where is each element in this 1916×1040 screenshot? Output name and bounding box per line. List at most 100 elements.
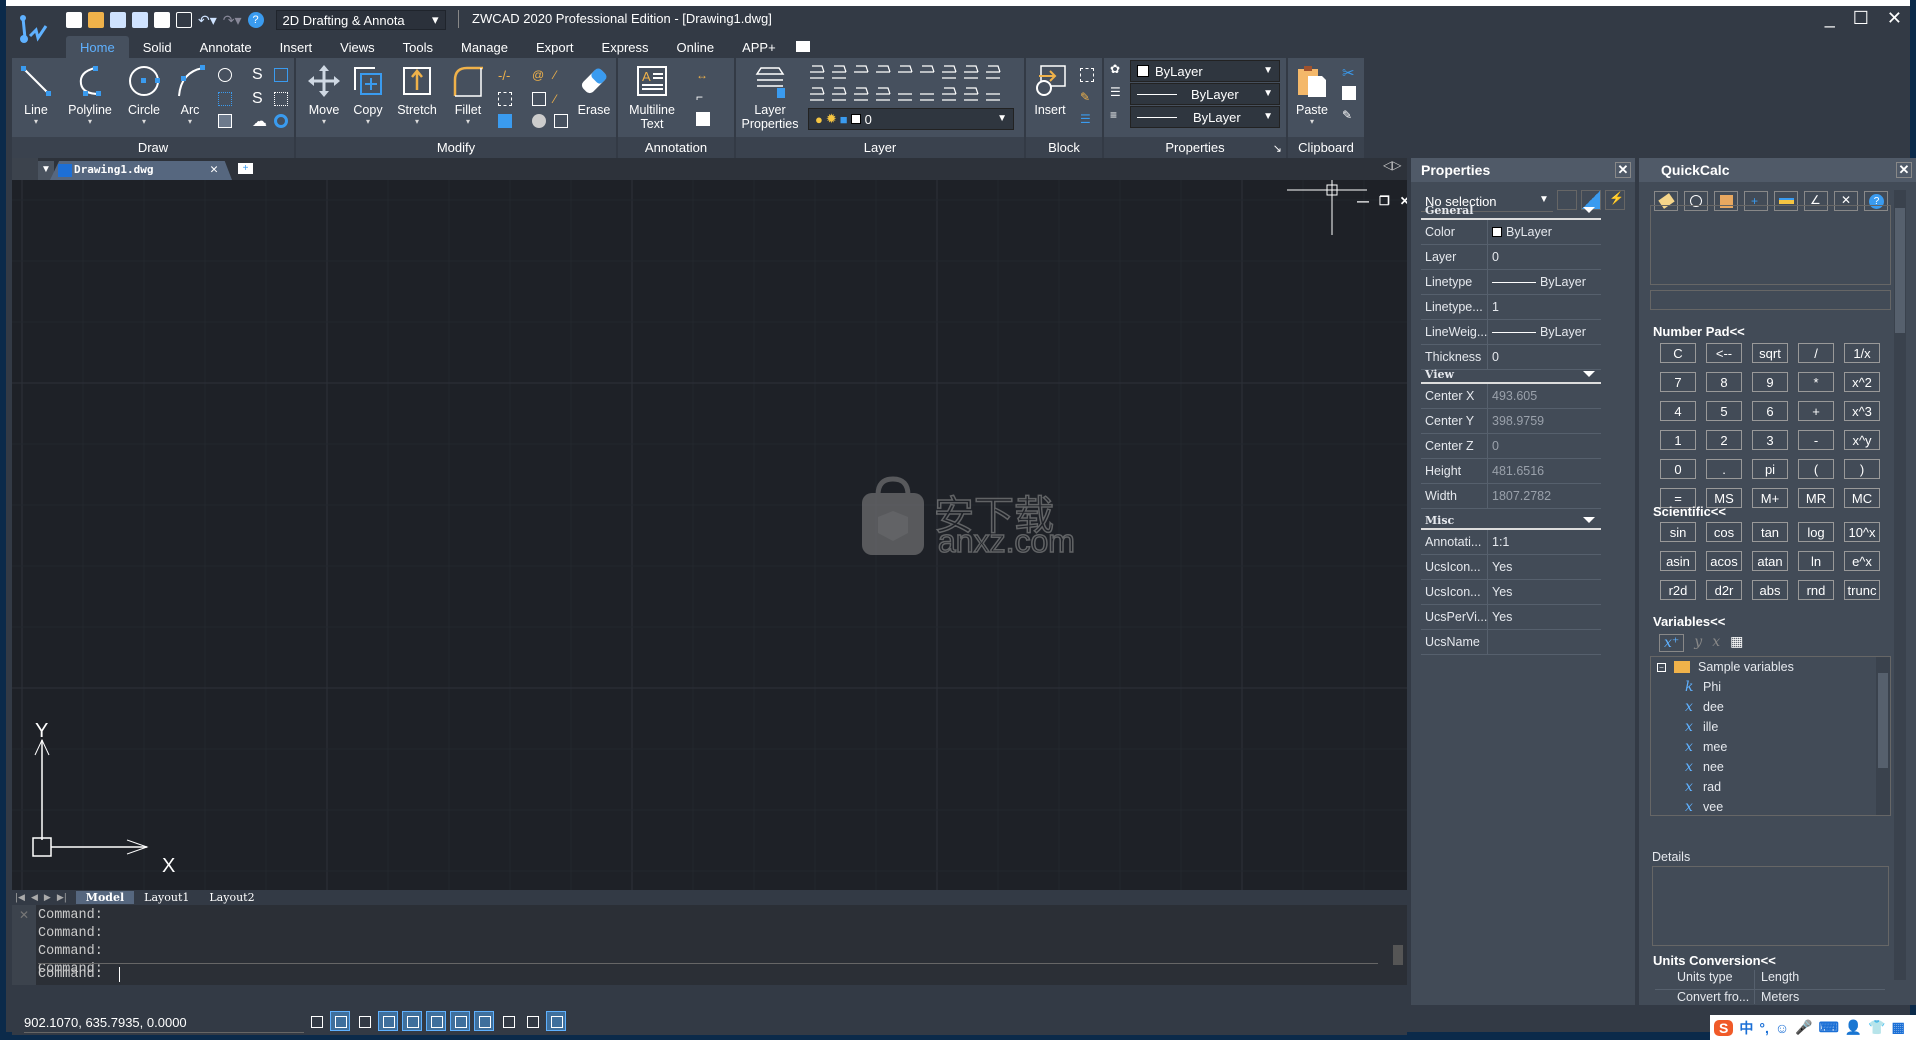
ribbon-collapse-icon[interactable] xyxy=(795,41,810,52)
tab-tools[interactable]: Tools xyxy=(389,36,447,58)
variable-item[interactable]: x vee xyxy=(1651,797,1890,815)
undo-icon[interactable]: ↶▾ xyxy=(198,12,217,29)
calc-key[interactable]: log xyxy=(1798,522,1834,542)
fillet-button[interactable]: Fillet ▾ xyxy=(446,64,490,126)
donut-icon[interactable] xyxy=(274,114,288,128)
scroll-thumb[interactable] xyxy=(1895,208,1905,333)
command-scrollbar[interactable] xyxy=(1393,909,1403,979)
calc-key[interactable]: 0 xyxy=(1660,459,1696,479)
ime-menu-icon[interactable]: ▦ xyxy=(1892,1019,1905,1036)
edit-variable-icon[interactable]: y xyxy=(1694,634,1702,652)
variable-item[interactable]: x dee xyxy=(1651,697,1890,717)
scale-icon[interactable] xyxy=(498,92,512,106)
tab-annotate[interactable]: Annotate xyxy=(186,36,266,58)
plot-preview-icon[interactable] xyxy=(176,12,192,28)
linear-dimension-icon[interactable]: ↔ xyxy=(696,68,716,82)
table-icon[interactable] xyxy=(696,112,710,126)
variable-item[interactable]: k Phi xyxy=(1651,677,1890,697)
tab-online[interactable]: Online xyxy=(663,36,729,58)
units-conversion-header[interactable]: Units Conversion<< xyxy=(1653,953,1776,968)
calc-key[interactable]: x^3 xyxy=(1844,401,1880,421)
scroll-thumb[interactable] xyxy=(1393,945,1403,965)
quick-select-icon[interactable]: ⚡ xyxy=(1605,190,1625,210)
open-icon[interactable] xyxy=(88,12,104,28)
command-input[interactable]: Command: xyxy=(38,963,1378,982)
calc-key[interactable]: - xyxy=(1798,430,1834,450)
variable-folder[interactable]: − Sample variables xyxy=(1651,657,1890,677)
calc-key[interactable]: <-- xyxy=(1706,343,1742,363)
stretch-button[interactable]: Stretch ▾ xyxy=(392,64,442,126)
calc-key[interactable]: M+ xyxy=(1752,488,1788,508)
property-row[interactable]: Height 481.6516 xyxy=(1421,459,1601,484)
insert-block-button[interactable]: Insert xyxy=(1028,64,1072,117)
new-tab-icon[interactable]: + xyxy=(238,163,253,174)
join-icon[interactable]: ⁄ xyxy=(554,92,568,106)
zwcad-logo-icon[interactable] xyxy=(16,8,50,46)
tab-home[interactable]: Home xyxy=(66,36,129,58)
help-icon[interactable]: ? xyxy=(247,12,264,28)
grid-display-toggle[interactable] xyxy=(306,1011,326,1031)
redo-icon[interactable]: ↷▾ xyxy=(223,12,242,29)
calc-key[interactable]: 4 xyxy=(1660,401,1696,421)
edit-hatch-icon[interactable] xyxy=(554,114,568,128)
close-quickcalc-icon[interactable]: ✕ xyxy=(1896,162,1912,178)
calc-key[interactable]: / xyxy=(1798,343,1834,363)
helix-icon[interactable]: S xyxy=(252,90,266,107)
calc-key[interactable]: 1/x xyxy=(1844,343,1880,363)
attribute-icon[interactable]: ☰ xyxy=(1080,112,1094,126)
property-row[interactable]: LineWeig... ByLayer xyxy=(1421,320,1601,345)
calc-key[interactable]: ) xyxy=(1844,459,1880,479)
offset-icon[interactable]: @ xyxy=(532,68,546,82)
layout-tab-layout1[interactable]: Layout1 xyxy=(134,891,199,904)
save-icon[interactable] xyxy=(110,12,126,28)
lineweight-icon[interactable]: ≡ xyxy=(1110,108,1124,122)
selection-cycling-toggle[interactable] xyxy=(546,1011,566,1031)
color-palette-icon[interactable]: ✿ xyxy=(1110,62,1124,76)
layout-tab-model[interactable]: Model xyxy=(75,891,135,904)
calc-key[interactable]: * xyxy=(1798,372,1834,392)
leader-icon[interactable]: ⌐ xyxy=(696,90,716,104)
calc-key[interactable]: sin xyxy=(1660,522,1696,542)
tab-views[interactable]: Views xyxy=(326,36,388,58)
ortho-mode-toggle[interactable] xyxy=(354,1011,374,1031)
arc-button[interactable]: Arc ▾ xyxy=(168,64,212,126)
variable-item[interactable]: x rad xyxy=(1651,777,1890,797)
new-variable-icon[interactable]: x⁺ xyxy=(1659,634,1685,652)
document-tab-drawing1[interactable]: Drawing1.dwg ✕ xyxy=(50,161,232,180)
polar-tracking-toggle[interactable] xyxy=(378,1011,398,1031)
close-tab-icon[interactable]: ✕ xyxy=(210,162,218,177)
tab-export[interactable]: Export xyxy=(522,36,588,58)
new-icon[interactable] xyxy=(66,12,82,28)
command-window-handle[interactable]: ✕ xyxy=(12,905,36,985)
calc-key[interactable]: rnd xyxy=(1798,580,1834,600)
viewport-restore-icon[interactable]: ❐ xyxy=(1379,194,1390,208)
ime-emoji-icon[interactable]: ☺ xyxy=(1775,1020,1789,1036)
panel-scroll-arrows-icon[interactable]: ◁▷ xyxy=(1383,158,1407,180)
close-properties-icon[interactable]: ✕ xyxy=(1615,162,1631,178)
close-command-icon[interactable]: ✕ xyxy=(19,908,29,922)
quickcalc-scrollbar[interactable] xyxy=(1894,190,1906,980)
linetype-icon[interactable]: ☰ xyxy=(1110,85,1124,99)
revcloud-icon[interactable]: ☁ xyxy=(252,112,267,130)
viewport-close-icon[interactable]: ✕ xyxy=(1400,194,1407,208)
move-button[interactable]: Move ▾ xyxy=(302,64,346,126)
group-header[interactable]: View xyxy=(1421,364,1601,384)
calc-key[interactable]: 5 xyxy=(1706,401,1742,421)
group-header[interactable]: General xyxy=(1421,200,1601,220)
property-row[interactable]: Annotati... 1:1 xyxy=(1421,530,1601,555)
calc-key[interactable]: 8 xyxy=(1706,372,1742,392)
scroll-thumb[interactable] xyxy=(1878,673,1888,768)
ime-user-icon[interactable]: 👤 xyxy=(1845,1019,1862,1036)
rectangle-icon[interactable] xyxy=(274,68,288,82)
layer-dropdown[interactable]: ● ✹ ■ 0 ▼ xyxy=(808,108,1014,130)
paste-button[interactable]: Paste ▾ xyxy=(1290,64,1334,126)
tab-express[interactable]: Express xyxy=(588,36,663,58)
calc-key[interactable]: C xyxy=(1660,343,1696,363)
array-icon[interactable] xyxy=(498,114,512,128)
minimize-icon[interactable]: _ xyxy=(1825,8,1835,29)
calc-key[interactable]: . xyxy=(1706,459,1742,479)
workspace-dropdown[interactable]: 2D Drafting & Annota ▾ xyxy=(275,10,446,30)
next-tab-icon[interactable]: ▶ xyxy=(41,893,54,903)
match-properties-icon[interactable]: ✎ xyxy=(1342,108,1356,122)
variables-header[interactable]: Variables<< xyxy=(1653,614,1725,629)
